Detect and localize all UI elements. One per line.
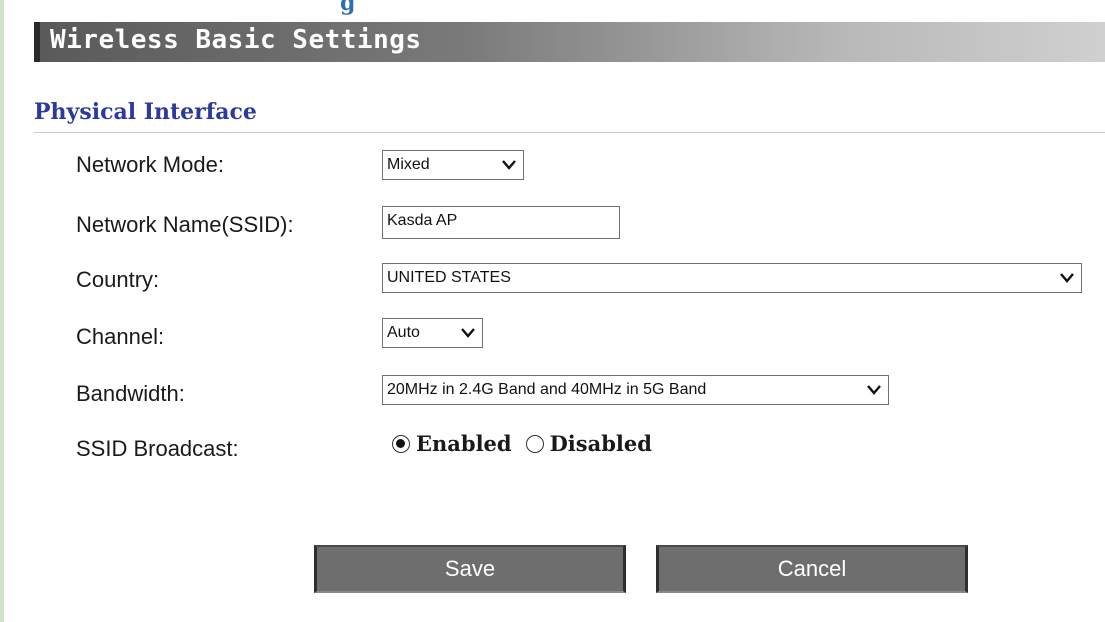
ssid-input[interactable]: Kasda AP: [382, 206, 620, 239]
disabled-radio-label[interactable]: Disabled: [550, 431, 652, 456]
channel-select[interactable]: Auto: [382, 318, 483, 348]
section-divider: [34, 132, 1105, 133]
bandwidth-label: Bandwidth:: [76, 381, 185, 406]
network-mode-value: Mixed: [387, 156, 430, 173]
ssid-broadcast-label: SSID Broadcast:: [76, 436, 239, 461]
country-value: UNITED STATES: [387, 269, 511, 286]
bandwidth-select[interactable]: 20MHz in 2.4G Band and 40MHz in 5G Band: [382, 375, 889, 405]
ssid-broadcast-radio-group: Enabled Disabled: [392, 431, 666, 456]
chevron-down-icon: [1059, 264, 1075, 283]
ssid-label: Network Name(SSID):: [76, 212, 294, 237]
enabled-radio-label[interactable]: Enabled: [416, 431, 512, 456]
cancel-button[interactable]: Cancel: [656, 545, 968, 593]
chevron-down-icon: [866, 376, 882, 395]
enabled-radio[interactable]: [392, 434, 410, 453]
network-mode-label: Network Mode:: [76, 152, 224, 177]
bandwidth-value: 20MHz in 2.4G Band and 40MHz in 5G Band: [387, 381, 707, 398]
country-select[interactable]: UNITED STATES: [382, 263, 1082, 293]
title-bar: Wireless Basic Settings: [34, 22, 1105, 62]
cut-off-heading: g: [340, 0, 356, 16]
network-mode-select[interactable]: Mixed: [382, 150, 524, 180]
channel-label: Channel:: [76, 324, 165, 349]
left-border: [0, 0, 4, 622]
channel-value: Auto: [387, 324, 420, 341]
country-label: Country:: [76, 267, 160, 292]
disabled-radio[interactable]: [525, 434, 544, 453]
section-title: Physical Interface: [34, 99, 257, 125]
chevron-down-icon: [460, 319, 476, 338]
save-button[interactable]: Save: [314, 545, 626, 593]
chevron-down-icon: [501, 151, 517, 170]
page-title: Wireless Basic Settings: [50, 25, 422, 55]
ssid-value: Kasda AP: [387, 212, 458, 229]
